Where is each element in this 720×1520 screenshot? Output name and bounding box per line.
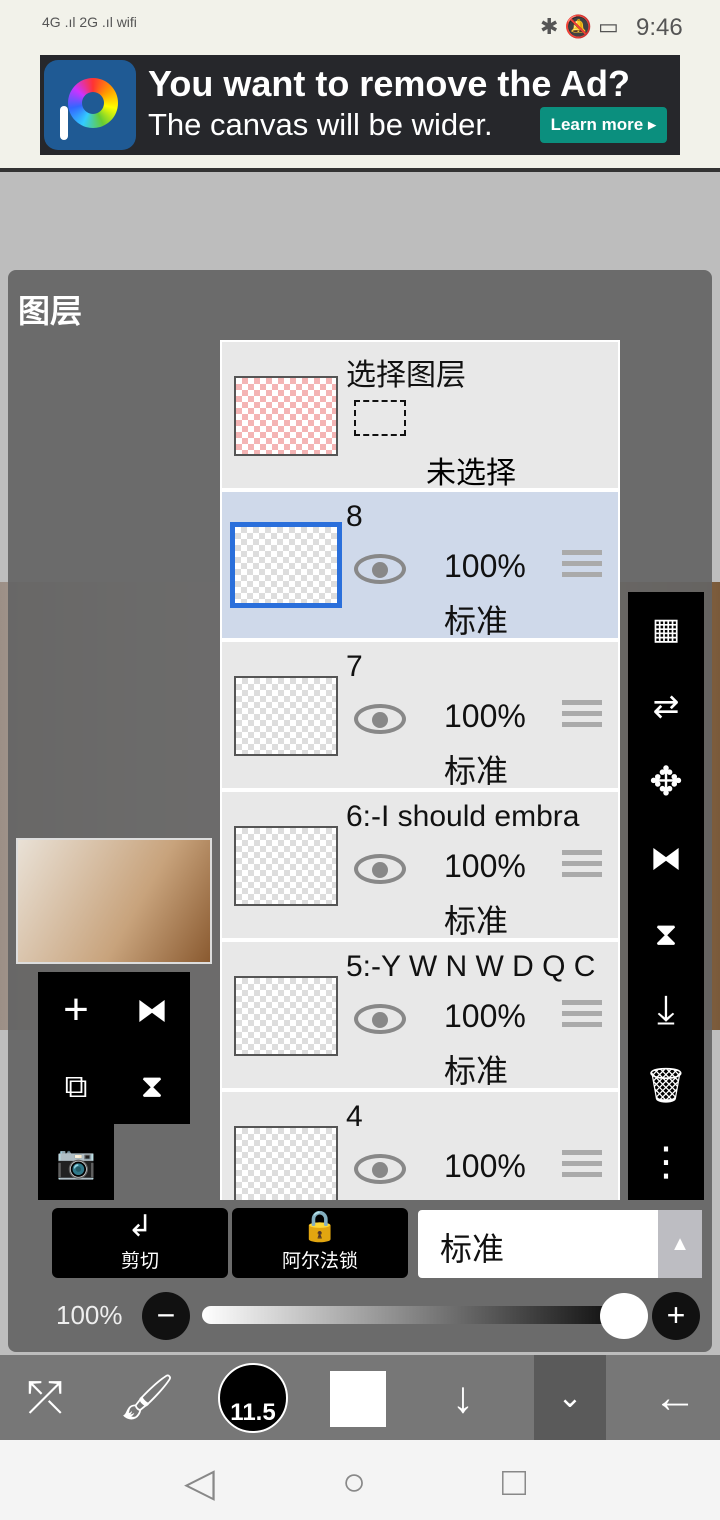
eye-icon[interactable]: [354, 704, 406, 734]
trash-icon[interactable]: 🗑: [628, 1048, 704, 1124]
layer-row[interactable]: 4 100%: [222, 1092, 618, 1200]
swap-layer-icon[interactable]: ⇄: [628, 668, 704, 744]
learn-more-button[interactable]: Learn more ▸: [540, 107, 667, 143]
drag-handle-icon[interactable]: [562, 700, 602, 732]
layer-thumbnail: [234, 1126, 338, 1200]
opacity-slider-handle[interactable]: [600, 1293, 648, 1339]
arrow-down-icon[interactable]: ↓: [418, 1355, 508, 1440]
collapse-icon[interactable]: ⌄: [534, 1355, 606, 1440]
clip-button[interactable]: ↲ 剪切: [52, 1208, 228, 1278]
panel-title: 图层: [18, 293, 83, 329]
ibispaint-logo: [44, 60, 136, 150]
eye-icon[interactable]: [354, 554, 406, 584]
layer-mode: 标准: [444, 1053, 509, 1089]
layer-name: 8: [346, 500, 363, 533]
layer-mode: 标准: [444, 753, 509, 789]
layer-thumbnail: [234, 676, 338, 756]
ad-subtitle: The canvas will be wider.: [148, 107, 493, 142]
brush-size-button[interactable]: 11.5: [218, 1363, 288, 1433]
alpha-lock-button[interactable]: 🔒 阿尔法锁: [232, 1208, 408, 1278]
flip-vertical-icon[interactable]: ⧗: [114, 1048, 190, 1124]
ad-banner[interactable]: You want to remove the Ad? The canvas wi…: [40, 55, 680, 155]
ad-title: You want to remove the Ad?: [148, 63, 631, 104]
more-icon[interactable]: ⋮: [628, 1124, 704, 1200]
move-icon[interactable]: ✥: [628, 744, 704, 820]
layer-mode: 标准: [444, 903, 509, 939]
duplicate-layer-icon[interactable]: ⧉: [38, 1048, 114, 1124]
tool-swap-icon[interactable]: ⤱: [0, 1355, 90, 1440]
nav-home-icon[interactable]: ○: [342, 1460, 366, 1505]
blend-mode-value: 标准: [440, 1231, 505, 1267]
clip-arrow-icon: ↲: [127, 1210, 153, 1243]
layer-mode: 标准: [444, 603, 509, 639]
layer-opacity: 100%: [444, 848, 526, 884]
layer-row[interactable]: 5:-Y W N W D Q C 100% 标准: [222, 942, 618, 1090]
lock-icon: 🔒: [301, 1210, 339, 1243]
opacity-increase-button[interactable]: +: [652, 1292, 700, 1340]
camera-button[interactable]: 📷: [38, 1124, 114, 1200]
layer-thumbnail: [234, 826, 338, 906]
camera-icon: 📷: [56, 1144, 96, 1180]
rotate-flip-icon[interactable]: ⧓: [114, 972, 190, 1048]
eye-icon[interactable]: [354, 854, 406, 884]
selection-state: 未选择: [426, 457, 516, 490]
clip-label: 剪切: [120, 1251, 159, 1272]
opacity-slider[interactable]: [202, 1306, 642, 1324]
drag-handle-icon[interactable]: [562, 550, 602, 582]
transparent-fill-icon[interactable]: ▦: [628, 592, 704, 668]
dropdown-arrow-icon[interactable]: ▲: [658, 1210, 702, 1278]
eye-icon[interactable]: [354, 1004, 406, 1034]
add-layer-toolbar: + ⧓ ⧉ ⧗: [38, 972, 190, 1124]
status-icons: ✱ 🔕 ▭: [540, 14, 619, 39]
layer-opacity: 100%: [444, 1148, 526, 1184]
selection-icon: [354, 400, 406, 436]
brush-icon[interactable]: 🖌: [102, 1355, 192, 1440]
layer-name: 7: [346, 650, 363, 683]
layer-thumbnail: [234, 976, 338, 1056]
select-layer-title: 选择图层: [346, 359, 466, 392]
drag-handle-icon[interactable]: [562, 1150, 602, 1182]
flip-vertical-icon[interactable]: ⧗: [628, 896, 704, 972]
status-bar: 4G .ıl 2G .ıl wifi ✱ 🔕 ▭ 9:46 You want t…: [0, 0, 720, 172]
opacity-decrease-button[interactable]: −: [142, 1292, 190, 1340]
layer-name: 6:-I should embra: [346, 800, 580, 833]
selection-thumbnail: [234, 376, 338, 456]
drag-handle-icon[interactable]: [562, 1000, 602, 1032]
layer-row[interactable]: 6:-I should embra 100% 标准: [222, 792, 618, 940]
select-layer-row[interactable]: 选择图层 未选择: [222, 342, 618, 490]
drag-handle-icon[interactable]: [562, 850, 602, 882]
layer-row[interactable]: 8 100% 标准: [222, 492, 618, 640]
main-toolbar: ⤱ 🖌 11.5 ↓ ⌄ ←: [0, 1355, 720, 1440]
nav-back-icon[interactable]: ◁: [184, 1460, 215, 1506]
flip-horizontal-icon[interactable]: ⧓: [628, 820, 704, 896]
system-nav-bar: ◁ ○ □: [0, 1440, 720, 1520]
color-swatch[interactable]: [330, 1371, 386, 1427]
add-layer-icon[interactable]: +: [38, 972, 114, 1048]
layer-name: 4: [346, 1100, 363, 1133]
layer-thumbnail: [230, 522, 342, 608]
canvas-preview[interactable]: [16, 838, 212, 964]
nav-recents-icon[interactable]: □: [502, 1460, 526, 1505]
signal-icon: 4G .ıl 2G .ıl wifi: [42, 14, 137, 30]
layer-list[interactable]: 选择图层 未选择 8 100% 标准 7 100% 标准 6:-I should…: [220, 340, 620, 1200]
layer-row[interactable]: 7 100% 标准: [222, 642, 618, 790]
layer-tools-toolbar: ▦ ⇄ ✥ ⧓ ⧗ ⤓ 🗑 ⋮: [628, 592, 704, 1200]
layer-opacity: 100%: [444, 548, 526, 584]
eye-icon[interactable]: [354, 1154, 406, 1184]
blend-mode-select[interactable]: 标准 ▲: [418, 1210, 702, 1278]
alpha-lock-label: 阿尔法锁: [281, 1251, 358, 1272]
layer-opacity: 100%: [444, 698, 526, 734]
merge-down-icon[interactable]: ⤓: [628, 972, 704, 1048]
clock: 9:46: [636, 14, 683, 41]
layer-name: 5:-Y W N W D Q C: [346, 950, 596, 983]
layer-opacity: 100%: [444, 998, 526, 1034]
back-arrow-icon[interactable]: ←: [630, 1355, 720, 1440]
opacity-label: 100%: [56, 1300, 123, 1330]
